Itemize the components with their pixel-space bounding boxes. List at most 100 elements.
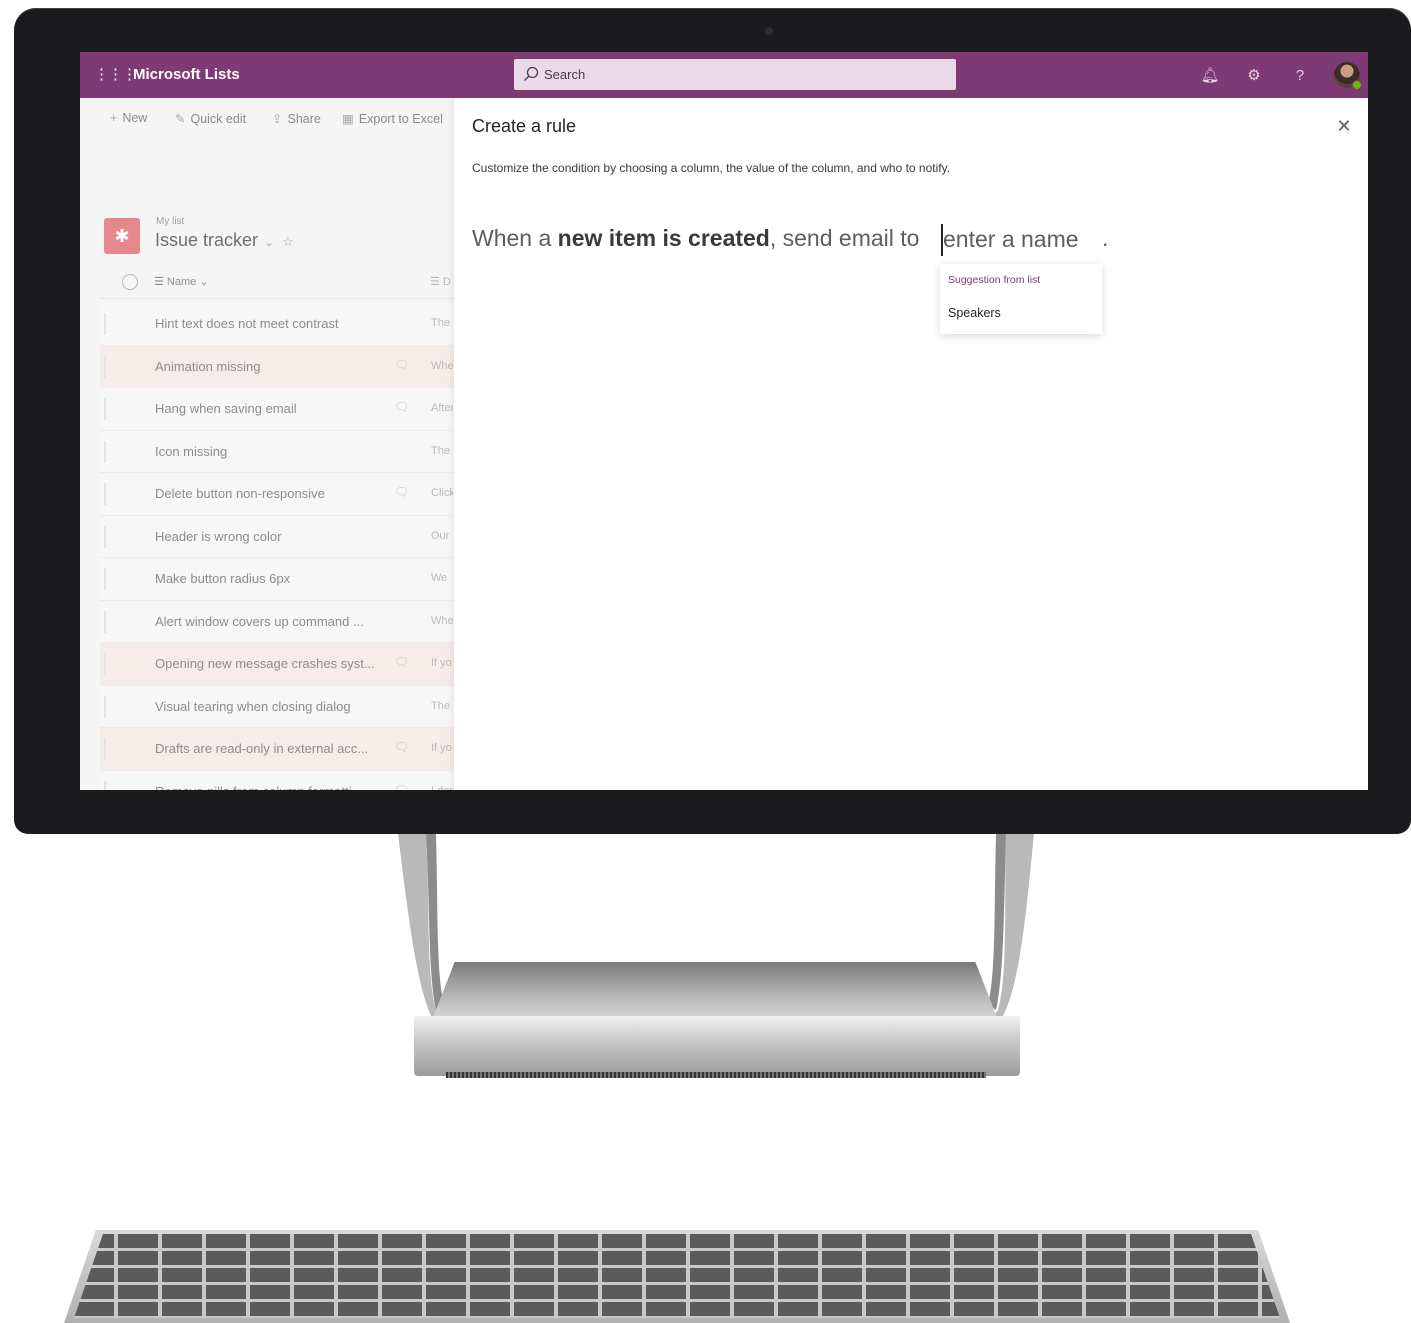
list-row[interactable]: Hang when saving email 🗨︎ After — [100, 388, 454, 431]
row-name[interactable]: Alert window covers up command ... — [155, 614, 364, 629]
comment-icon[interactable]: 🗨︎ — [394, 740, 410, 754]
list-row[interactable]: Alert window covers up command ... Whe — [100, 600, 454, 643]
row-name[interactable]: Header is wrong color — [155, 529, 281, 544]
sentence-when: When a — [472, 225, 558, 251]
row-status-bar — [104, 738, 106, 760]
quick-edit-button[interactable]: ✎ Quick edit — [175, 111, 246, 126]
condition-link[interactable]: new item is created — [558, 225, 770, 251]
list-rows: Hint text does not meet contrast The Anima… — [100, 303, 454, 790]
stand-vent — [446, 1072, 986, 1078]
list-row[interactable]: Visual tearing when closing dialog The — [100, 685, 454, 728]
row-description: If yo — [431, 742, 452, 754]
sentence-period: . — [1102, 225, 1109, 251]
row-description: We — [431, 572, 448, 584]
search-placeholder: Search — [544, 67, 586, 82]
star-icon[interactable]: ☆ — [282, 234, 294, 249]
comment-icon[interactable]: 🗨︎ — [394, 485, 410, 499]
search-box[interactable]: Search — [514, 59, 956, 90]
row-status-bar — [104, 355, 106, 378]
presence-badge — [1352, 80, 1362, 90]
row-status-bar — [104, 610, 106, 633]
list-row[interactable]: Icon missing The — [100, 430, 454, 473]
camera — [765, 27, 773, 35]
row-status-bar — [104, 440, 106, 463]
close-icon[interactable]: ✕ — [1334, 116, 1354, 136]
app-launcher-icon[interactable]: ⋮⋮⋮ — [94, 65, 137, 85]
list-row[interactable]: Delete button non-responsive 🗨︎ Click — [100, 473, 454, 516]
row-name[interactable]: Visual tearing when closing dialog — [155, 699, 351, 714]
row-description: After — [431, 402, 453, 414]
list-row[interactable]: Make button radius 6px We — [100, 558, 454, 601]
description-column-header[interactable]: ☰ D — [430, 275, 451, 288]
row-name[interactable]: Drafts are read-only in external acc... — [155, 741, 368, 756]
help-icon[interactable]: ? — [1290, 66, 1310, 86]
list-row[interactable]: Animation missing 🗨︎ Whe — [100, 345, 454, 388]
row-status-bar — [104, 313, 106, 335]
quick-edit-label: Quick edit — [190, 112, 247, 126]
list-title-group[interactable]: Issue tracker ⌄ ☆ — [155, 230, 294, 251]
list-supertitle: My list — [156, 216, 185, 227]
comment-icon[interactable]: 🗨︎ — [394, 783, 410, 791]
share-button[interactable]: ⇪ Share — [272, 111, 321, 126]
plus-icon: + — [110, 111, 118, 125]
name-column-label: Name — [166, 276, 197, 288]
row-status-bar — [104, 483, 106, 505]
row-description: If yo — [431, 657, 452, 669]
row-description: Whe — [431, 359, 453, 372]
recipient-input[interactable]: enter a name — [941, 222, 1097, 265]
new-label: New — [122, 111, 148, 125]
comment-icon[interactable]: 🗨︎ — [394, 400, 410, 414]
list-row[interactable]: Drafts are read-only in external acc... 🗨… — [100, 728, 454, 771]
suggestion-dropdown: Suggestion from list Speakers — [940, 264, 1102, 334]
row-status-bar — [104, 653, 106, 675]
row-description: The — [431, 317, 450, 329]
row-description: Whe — [431, 614, 453, 627]
row-name[interactable]: Opening new message crashes syst... — [155, 656, 375, 671]
list-row[interactable]: Hint text does not meet contrast The — [100, 303, 454, 346]
create-rule-panel: Create a rule ✕ Customize the condition … — [454, 98, 1368, 790]
list-row[interactable]: Remove pills from column formatti... 🗨︎ I … — [100, 770, 454, 791]
comment-icon[interactable]: 🗨︎ — [394, 358, 410, 372]
list-row[interactable]: Opening new message crashes syst... 🗨︎ If … — [100, 643, 454, 686]
row-name[interactable]: Remove pills from column formatti... — [155, 784, 362, 791]
share-label: Share — [287, 112, 321, 126]
column-header-row: ☰ Name ⌄ ☰ D — [100, 264, 454, 299]
panel-description: Customize the condition by choosing a co… — [472, 161, 951, 175]
name-column-header[interactable]: ☰ Name ⌄ — [154, 275, 209, 288]
export-label: Export to Excel — [358, 112, 443, 126]
command-bar: + New ✎ Quick edit ⇪ Share ▦ Export to Excel — [80, 98, 454, 138]
row-status-bar — [104, 695, 106, 718]
list-panel: + New ✎ Quick edit ⇪ Share ▦ Export to Excel… — [80, 98, 454, 790]
new-button[interactable]: + New — [110, 111, 147, 125]
row-name[interactable]: Make button radius 6px — [155, 571, 290, 586]
row-name[interactable]: Animation missing — [155, 359, 261, 374]
panel-title: Create a rule — [472, 116, 577, 136]
row-status-bar — [104, 398, 106, 420]
app-name[interactable]: Microsoft Lists — [133, 66, 240, 83]
search-icon — [524, 66, 539, 81]
gear-icon[interactable]: ⚙ — [1244, 66, 1264, 86]
suggestion-item[interactable]: Speakers — [948, 306, 1001, 320]
share-icon: ⇪ — [272, 112, 283, 126]
stand-base-top — [432, 962, 998, 1020]
row-status-bar — [104, 780, 106, 790]
row-name[interactable]: Hang when saving email — [155, 401, 297, 416]
comment-icon[interactable]: 🗨︎ — [394, 655, 410, 669]
export-button[interactable]: ▦ Export to Excel — [342, 111, 443, 126]
app-top-bar: ⋮⋮⋮ Microsoft Lists Search 🔔︎ ⚙ ? — [80, 52, 1368, 98]
row-status-bar — [104, 525, 106, 548]
bell-icon[interactable]: 🔔︎ — [1200, 66, 1220, 86]
excel-icon: ▦ — [342, 112, 354, 126]
row-status-bar — [104, 568, 106, 590]
bug-icon: ✱ — [104, 218, 140, 254]
rule-sentence: When a new item is created, send email t… — [472, 225, 919, 252]
list-row[interactable]: Header is wrong color Our — [100, 515, 454, 558]
row-name[interactable]: Hint text does not meet contrast — [155, 316, 339, 331]
pencil-icon: ✎ — [175, 112, 186, 126]
chevron-down-icon[interactable]: ⌄ — [264, 235, 274, 249]
screen: ⋮⋮⋮ Microsoft Lists Search 🔔︎ ⚙ ? + New ✎… — [80, 52, 1368, 790]
select-all-radio[interactable] — [122, 274, 138, 290]
recipient-placeholder: enter a name — [943, 226, 1079, 252]
row-name[interactable]: Icon missing — [155, 444, 227, 459]
row-name[interactable]: Delete button non-responsive — [155, 486, 325, 501]
